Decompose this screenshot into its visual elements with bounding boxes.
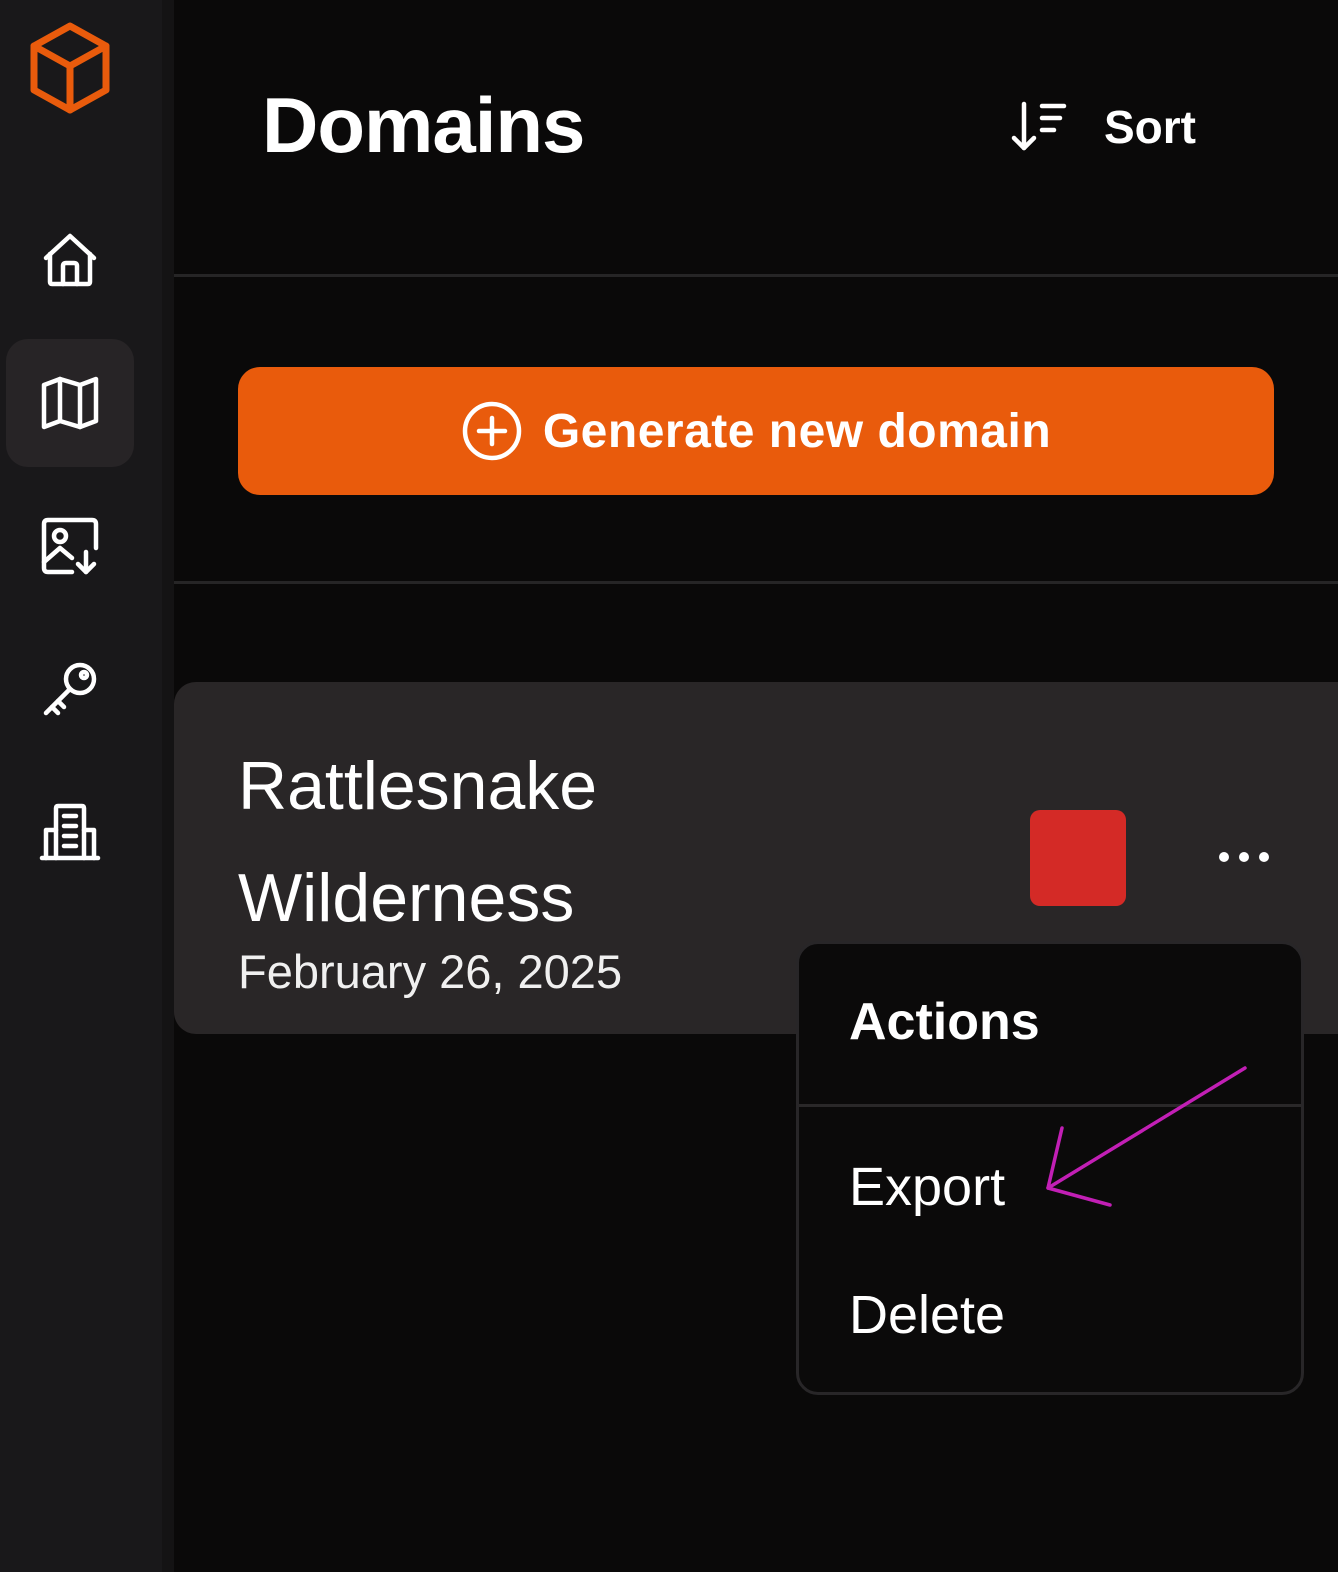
- sidebar-item-documents[interactable]: [6, 768, 134, 896]
- domain-color-swatch[interactable]: [1030, 810, 1126, 906]
- image-download-icon: [41, 517, 99, 575]
- more-horizontal-icon: [1219, 852, 1269, 862]
- annotation-arrow-icon: [1046, 1066, 1247, 1207]
- home-icon: [43, 233, 97, 287]
- sort-label: Sort: [1104, 101, 1196, 153]
- more-options-button[interactable]: [1212, 832, 1276, 882]
- map-icon: [41, 376, 99, 430]
- menu-item-export[interactable]: Export: [849, 1156, 1005, 1218]
- actions-menu-title: Actions: [849, 993, 1040, 1051]
- page-title: Domains: [262, 81, 585, 169]
- logo-cube-icon[interactable]: [26, 20, 114, 116]
- key-icon: [43, 662, 97, 716]
- section-divider: [174, 581, 1338, 584]
- menu-item-delete[interactable]: Delete: [849, 1284, 1005, 1346]
- sidebar-item-map[interactable]: [6, 339, 134, 467]
- generate-domain-label: Generate new domain: [542, 404, 1052, 458]
- sidebar-divider: [162, 0, 174, 1572]
- sidebar-item-keys[interactable]: [6, 625, 134, 753]
- annotation-arrow-path: [1046, 1066, 1247, 1207]
- building-document-icon: [39, 803, 101, 861]
- sort-button[interactable]: Sort: [1010, 92, 1196, 162]
- generate-domain-button[interactable]: Generate new domain: [238, 367, 1274, 495]
- domain-name: Rattlesnake Wilderness: [238, 748, 598, 936]
- sort-descending-icon: [1011, 101, 1067, 151]
- sidebar-item-home[interactable]: [6, 196, 134, 324]
- sidebar-item-image-download[interactable]: [6, 482, 134, 610]
- header-divider: [174, 274, 1338, 277]
- sidebar: [0, 0, 162, 1572]
- plus-circle-icon: [462, 401, 522, 461]
- header: Domains Sort: [174, 0, 1338, 276]
- domain-date: February 26, 2025: [238, 945, 623, 998]
- app-root: Domains Sort Generate new domain Rattles…: [0, 0, 1338, 1572]
